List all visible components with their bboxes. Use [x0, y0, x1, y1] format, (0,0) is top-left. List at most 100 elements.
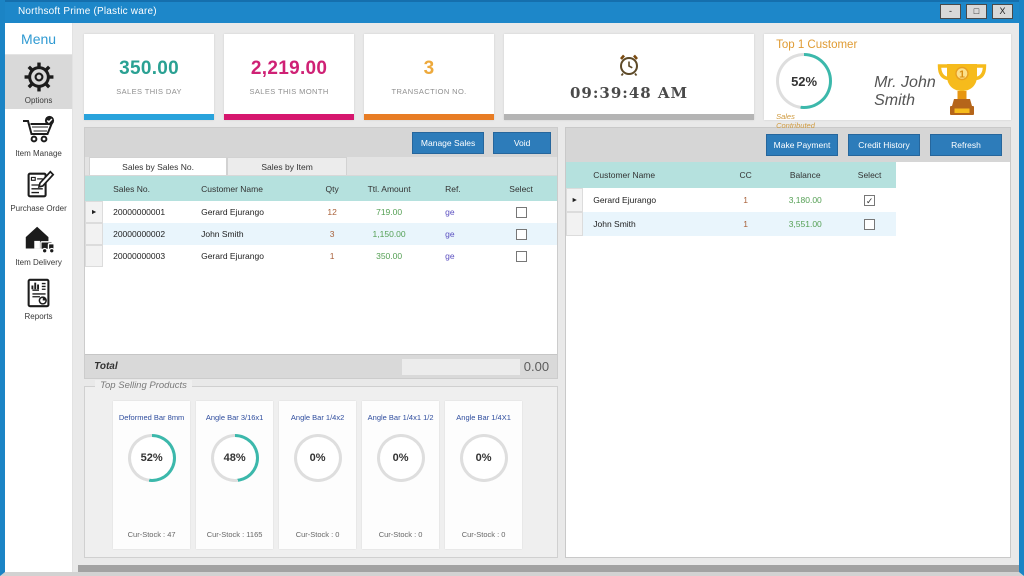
col-cc: CC: [739, 170, 752, 180]
product-percent: 52%: [130, 437, 173, 479]
minimize-button[interactable]: -: [940, 4, 961, 19]
product-ring: 52%: [127, 434, 176, 482]
row-checkbox[interactable]: [864, 218, 876, 230]
top-customer-card: Top 1 Customer 52% Sales Contributed Mr.…: [764, 34, 1011, 130]
row-checkbox[interactable]: [515, 250, 527, 262]
col-customer-name: Customer Name: [201, 183, 263, 194]
customer-grid-header: Customer Name CC Balance Select: [566, 162, 897, 188]
sidebar-item-label: Options: [24, 95, 53, 105]
sidebar-item-label: Item Manage: [15, 148, 62, 158]
customer-toolbar: Make Payment Credit History Refresh: [566, 128, 1010, 162]
sidebar-item-purchase-order[interactable]: Purchase Order: [5, 163, 72, 217]
clock-card: 09:39:48 AM: [504, 34, 755, 120]
manage-sales-button[interactable]: Manage Sales: [412, 132, 485, 154]
sales-month-label: SALES THIS MONTH: [249, 87, 329, 96]
cell-ref-link[interactable]: ge: [427, 207, 489, 217]
app-window: Northsoft Prime (Plastic ware) - □ X Men…: [0, 0, 1024, 576]
col-balance: Balance: [789, 170, 821, 180]
total-value: 0.00: [523, 359, 550, 374]
cell-ref-link[interactable]: ge: [427, 229, 489, 239]
sales-toolbar: Manage Sales Void: [85, 128, 558, 157]
product-card: Angle Bar 1/4x2 0% Cur-Stock : 0: [279, 401, 357, 549]
cell-cc: 1: [743, 195, 748, 205]
maximize-button[interactable]: □: [966, 4, 987, 19]
sidebar-item-options[interactable]: Options: [5, 55, 73, 109]
col-customer-name: Customer Name: [593, 170, 656, 180]
sales-contributed-caption: Sales Contributed: [776, 112, 815, 130]
row-checkbox[interactable]: ✓: [864, 194, 876, 206]
row-checkbox[interactable]: [515, 228, 527, 240]
sales-row[interactable]: 20000000003 Gerard Ejurango 1 350.00 ge: [85, 245, 557, 267]
window-title: Northsoft Prime (Plastic ware): [18, 6, 157, 17]
cell-sales-no: 20000000002: [113, 229, 166, 239]
accent-bar: [364, 114, 495, 120]
customer-panel: Make Payment Credit History Refresh Cust…: [565, 127, 1011, 558]
trophy-icon: 1: [937, 60, 987, 123]
product-card: Deformed Bar 8mm 52% Cur-Stock : 47: [113, 401, 191, 549]
close-button[interactable]: X: [992, 4, 1013, 19]
accent-bar: [224, 114, 355, 120]
transactions-label: TRANSACTION NO.: [391, 87, 467, 96]
product-card: Angle Bar 1/4x1 1/2 0% Cur-Stock : 0: [362, 401, 440, 549]
report-chart-icon: [23, 276, 55, 310]
product-card: Angle Bar 1/4X1 0% Cur-Stock : 0: [445, 401, 523, 549]
total-input-box: [401, 358, 520, 375]
top-selling-legend: Top Selling Products: [95, 380, 192, 391]
product-percent: 48%: [213, 437, 256, 479]
document-pencil-icon: [22, 168, 56, 202]
product-stock: Cur-Stock : 1165: [206, 530, 263, 539]
cell-amount: 1,150.00: [372, 229, 406, 239]
product-percent: 0%: [296, 437, 339, 479]
product-name: Angle Bar 1/4X1: [456, 413, 511, 422]
tab-sales-by-sales-no[interactable]: Sales by Sales No.: [89, 157, 228, 175]
row-selector[interactable]: [85, 245, 104, 267]
top-selling-products-box: Top Selling Products Deformed Bar 8mm 52…: [84, 380, 559, 558]
sidebar-item-item-delivery[interactable]: Item Delivery: [5, 217, 72, 271]
row-selector[interactable]: [85, 223, 104, 245]
sales-contributed-ring: 52%: [776, 53, 833, 109]
sales-row[interactable]: 20000000002 John Smith 3 1,150.00 ge: [85, 223, 558, 245]
sales-row[interactable]: ► 20000000001 Gerard Ejurango 12 719.00 …: [85, 201, 557, 223]
row-checkbox[interactable]: [515, 206, 527, 218]
product-stock: Cur-Stock : 0: [295, 530, 340, 539]
stat-card-sales-month: 2,219.00 SALES THIS MONTH: [224, 34, 355, 120]
sidebar-item-item-manage[interactable]: Item Manage: [5, 109, 72, 163]
refresh-button[interactable]: Refresh: [930, 134, 1002, 156]
total-label: Total: [94, 361, 118, 372]
cell-cc: 1: [743, 219, 748, 229]
cell-balance: 3,180.00: [788, 195, 822, 205]
cell-customer: Gerard Ejurango: [201, 207, 264, 217]
product-percent: 0%: [462, 437, 505, 479]
sales-grid-header: Sales No. Customer Name Qty Ttl. Amount …: [85, 176, 558, 201]
product-card: Angle Bar 3/16x1 48% Cur-Stock : 1165: [196, 401, 274, 549]
row-selector[interactable]: [566, 212, 584, 236]
void-button[interactable]: Void: [493, 132, 552, 154]
tab-sales-by-item[interactable]: Sales by Item: [227, 157, 348, 175]
stats-row: 350.00 SALES THIS DAY 2,219.00 SALES THI…: [84, 34, 1011, 130]
cell-customer-name: Gerard Ejurango: [593, 195, 657, 205]
product-ring: 0%: [293, 434, 342, 482]
title-bar: Northsoft Prime (Plastic ware) - □ X: [5, 0, 1019, 23]
cell-qty: 1: [329, 251, 335, 261]
sales-contributed-percent: 52%: [779, 56, 830, 106]
customer-row[interactable]: ► Gerard Ejurango 1 3,180.00 ✓: [566, 188, 896, 212]
sidebar-item-label: Item Delivery: [15, 257, 62, 267]
product-ring: 0%: [459, 434, 508, 482]
make-payment-button[interactable]: Make Payment: [766, 134, 838, 156]
row-selector[interactable]: ►: [85, 201, 104, 223]
accent-bar: [504, 114, 755, 120]
col-qty: Qty: [325, 183, 339, 194]
cell-ref-link[interactable]: ge: [427, 251, 489, 261]
row-selector[interactable]: ►: [566, 188, 584, 212]
sales-month-value: 2,219.00: [250, 58, 328, 79]
credit-history-button[interactable]: Credit History: [848, 134, 920, 156]
sidebar-item-label: Reports: [24, 311, 53, 321]
sidebar-item-reports[interactable]: Reports: [5, 271, 72, 325]
product-percent: 0%: [379, 437, 422, 479]
product-name: Deformed Bar 8mm: [118, 413, 185, 422]
customer-row[interactable]: John Smith 1 3,551.00: [566, 212, 897, 236]
sales-tabs: Sales by Sales No. Sales by Item: [85, 157, 558, 175]
product-ring: 48%: [210, 434, 259, 482]
cell-sales-no: 20000000003: [113, 251, 166, 261]
sales-day-label: SALES THIS DAY: [116, 87, 182, 96]
